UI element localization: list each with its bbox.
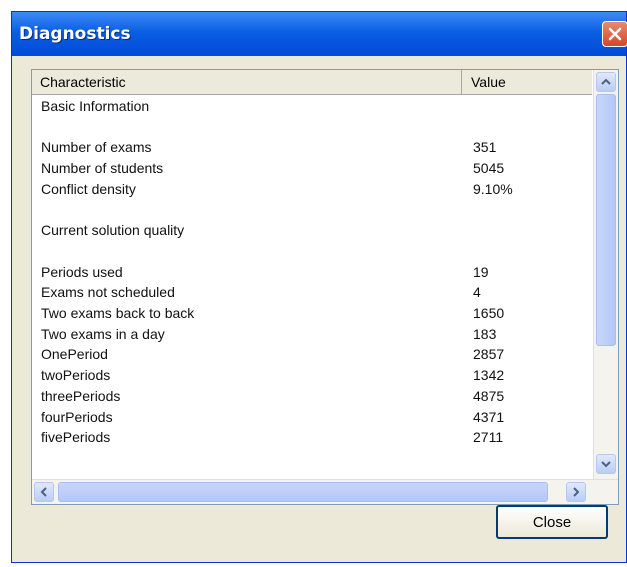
row-characteristic: Two exams in a day [41,325,165,342]
table-row[interactable] [32,117,592,138]
row-value: 4 [473,284,481,301]
row-value: 2711 [473,429,504,446]
table-row[interactable]: threePeriods 4875 [32,386,592,407]
row-characteristic: threePeriods [41,387,121,404]
row-value: 19 [473,263,489,280]
row-characteristic: Number of exams [41,139,152,156]
column-header-characteristic[interactable]: Characteristic [32,70,462,94]
horizontal-scrollbar[interactable] [32,479,618,504]
row-value: 2857 [473,346,505,363]
chevron-right-icon [573,487,580,497]
scroll-down-button[interactable] [596,454,616,474]
row-value: 1650 [473,305,505,321]
title-bar[interactable]: Diagnostics [12,12,627,56]
row-characteristic: OnePeriod [41,346,108,363]
row-characteristic: Two exams back to back [41,305,195,321]
vertical-scrollbar[interactable] [593,70,618,480]
window-close-button[interactable] [602,21,627,47]
row-characteristic: Number of students [41,160,164,177]
row-characteristic: twoPeriods [41,367,111,384]
row-value: 1342 [473,367,505,384]
table-row[interactable]: Two exams back to back 1650 [32,303,592,324]
close-icon [608,27,622,41]
list-header: Characteristic Value [32,70,592,95]
table-row[interactable]: Two exams in a day 183 [32,324,592,345]
row-characteristic: fivePeriods [41,429,111,446]
column-header-value[interactable]: Value [463,70,592,94]
table-row[interactable]: OnePeriod 2857 [32,344,592,365]
chevron-down-icon [601,461,611,468]
row-value: 9.10% [473,180,513,197]
row-value: 351 [473,139,497,156]
table-row[interactable]: Current solution quality [32,220,592,241]
row-value: 4371 [473,408,505,425]
table-row[interactable]: Exams not scheduled 4 [32,282,592,303]
close-button[interactable]: Close [496,505,608,539]
table-row[interactable]: fivePeriods 2711 [32,427,592,448]
scroll-right-button[interactable] [566,482,586,502]
diagnostics-list[interactable]: Characteristic Value Basic Information Nu… [31,69,619,505]
scroll-left-button[interactable] [34,482,54,502]
window-title: Diagnostics [19,24,131,44]
row-value: 183 [473,325,497,342]
table-row[interactable]: fourPeriods 4371 [32,407,592,428]
row-value: 4875 [473,387,505,404]
row-characteristic: fourPeriods [41,408,113,425]
chevron-left-icon [40,487,47,497]
list-rows: Basic Information Number of exams 351 Numbe… [32,95,592,479]
row-characteristic: Current solution quality [41,222,185,239]
row-characteristic: Exams not scheduled [41,284,175,301]
horizontal-scroll-thumb[interactable] [58,482,548,502]
table-row[interactable]: Basic Information [32,96,592,117]
vertical-scroll-thumb[interactable] [596,94,616,346]
table-row[interactable]: Conflict density 9.10% [32,179,592,200]
table-row[interactable]: twoPeriods 1342 [32,365,592,386]
scroll-up-button[interactable] [596,72,616,92]
table-row[interactable]: Number of students 5045 [32,158,592,179]
row-characteristic: Periods used [41,263,123,280]
table-row[interactable]: Number of exams 351 [32,137,592,158]
table-row[interactable] [32,241,592,262]
row-characteristic: Basic Information [41,98,150,114]
row-value: 5045 [473,160,505,177]
table-row[interactable]: Periods used 19 [32,262,592,283]
table-row[interactable] [32,200,592,221]
row-characteristic: Conflict density [41,180,136,197]
chevron-up-icon [601,78,611,85]
